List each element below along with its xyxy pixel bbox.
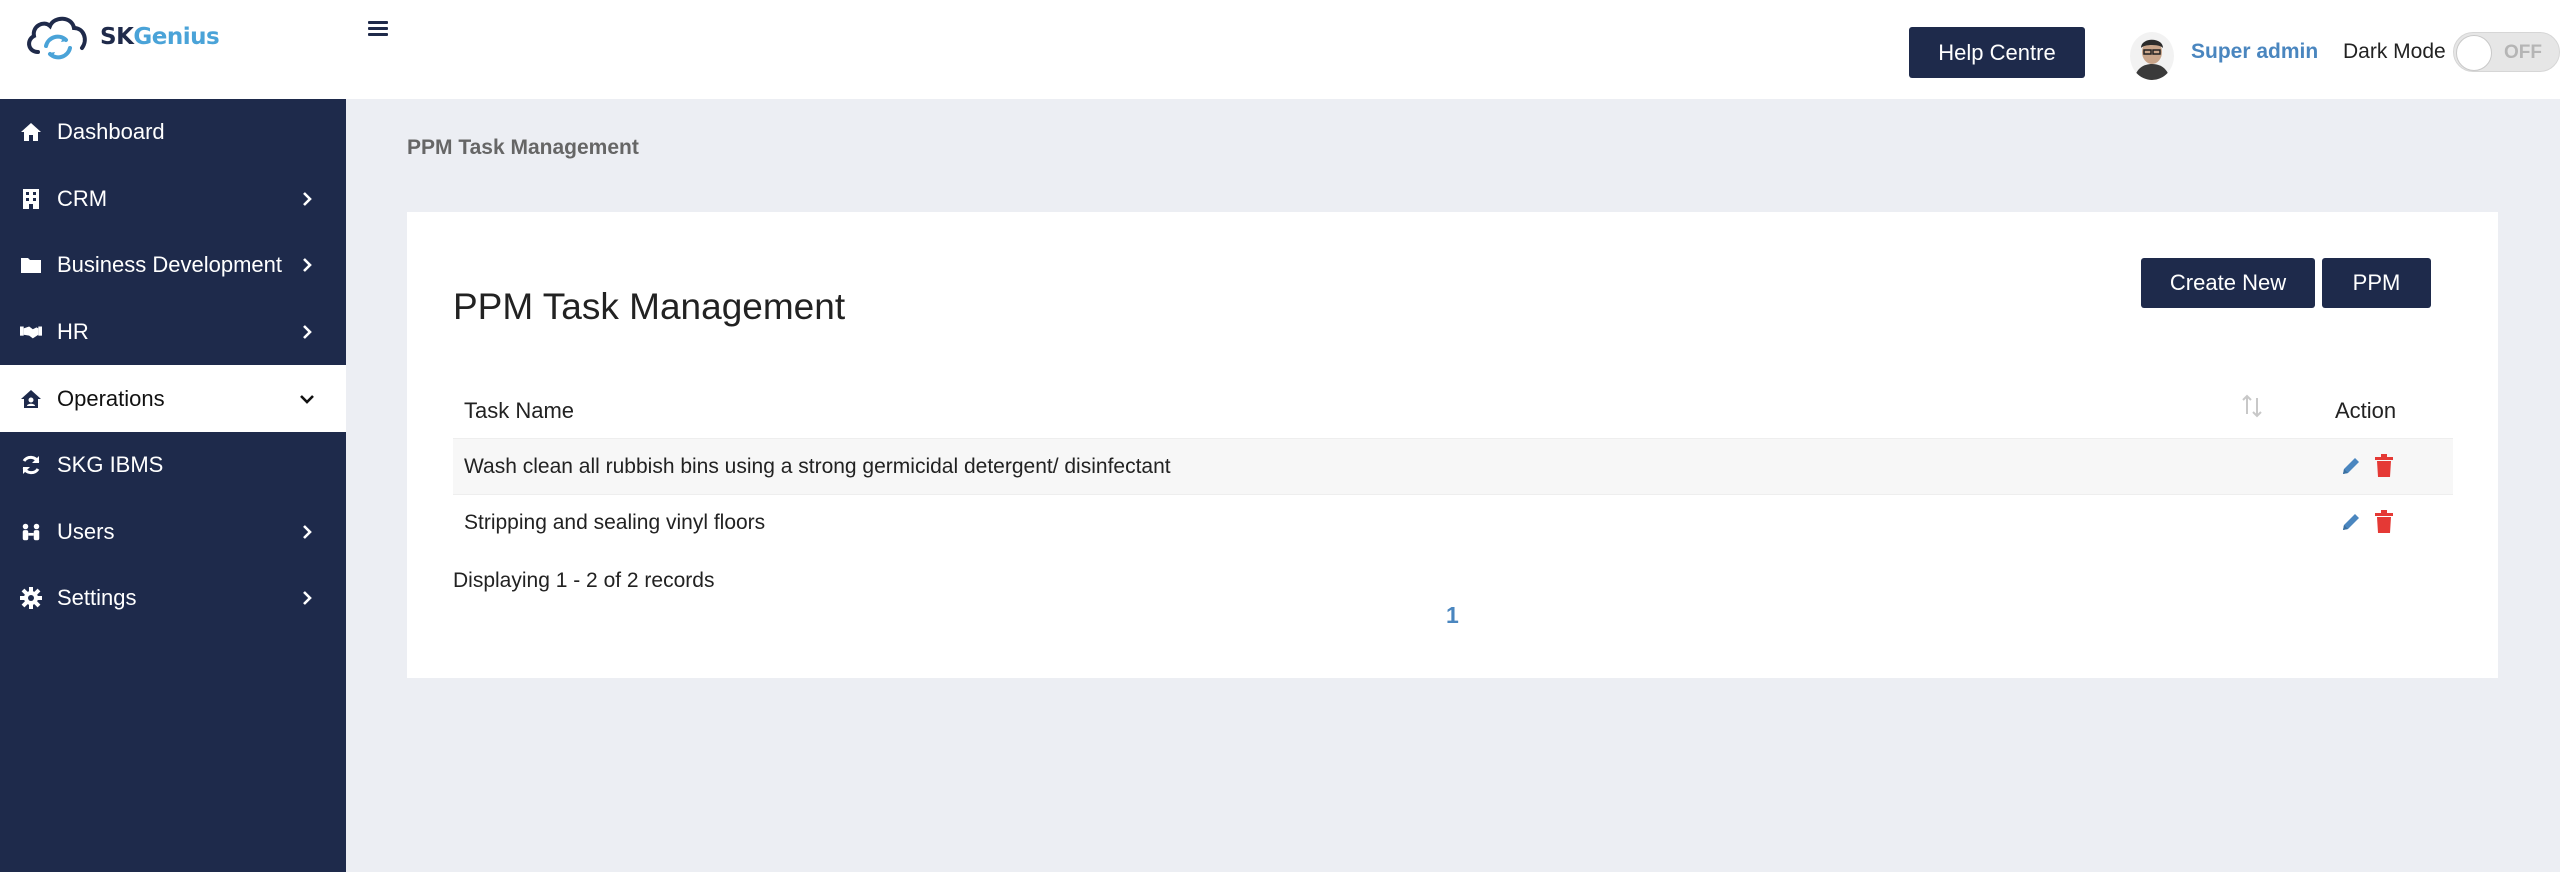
task-name-cell: Wash clean all rubbish bins using a stro… (464, 455, 1171, 478)
pencil-icon[interactable] (2340, 455, 2362, 477)
home-icon (20, 121, 42, 143)
help-centre-button[interactable]: Help Centre (1909, 27, 2085, 78)
chevron-right-icon (303, 591, 312, 606)
task-name-cell: Stripping and sealing vinyl floors (464, 511, 766, 534)
chevron-right-icon (303, 258, 312, 273)
users-icon (20, 521, 42, 543)
sidebar-item-label: HR (57, 319, 89, 345)
breadcrumb: PPM Task Management (407, 136, 639, 159)
column-header-action: Action (2335, 398, 2397, 423)
sidebar-item-crm[interactable]: CRM (0, 166, 346, 233)
sidebar-item-users[interactable]: Users (0, 499, 346, 566)
pagination-page-1[interactable]: 1 (1446, 602, 1459, 629)
brand-name-part1: SK (100, 24, 134, 50)
sidebar-item-settings[interactable]: Settings (0, 565, 346, 632)
sort-icon[interactable] (2241, 394, 2263, 418)
avatar[interactable] (2130, 32, 2174, 80)
content-card: PPM Task Management Create New PPM Task … (407, 212, 2498, 678)
dark-mode-label: Dark Mode (2343, 40, 2446, 63)
trash-icon[interactable] (2374, 454, 2394, 478)
sidebar-item-label: Dashboard (57, 119, 165, 145)
chevron-right-icon (303, 524, 312, 539)
dark-mode-state: OFF (2504, 42, 2542, 63)
sidebar-item-label: Users (57, 518, 115, 544)
sidebar-item-operations[interactable]: Operations (0, 365, 346, 432)
folder-icon (20, 254, 42, 276)
sidebar-item-label: CRM (57, 185, 108, 211)
dark-mode-toggle[interactable]: OFF (2453, 32, 2560, 72)
top-bar: SKGenius Help Centre Super admin Dark Mo… (0, 0, 2560, 99)
sidebar-item-hr[interactable]: HR (0, 299, 346, 366)
ppm-button[interactable]: PPM (2322, 258, 2431, 308)
task-table: Task Name Action Wash clean all rubbish … (453, 382, 2453, 550)
handshake-icon (20, 321, 42, 343)
sidebar-item-skg-ibms[interactable]: SKG IBMS (0, 432, 346, 499)
table-header: Task Name Action (453, 382, 2453, 438)
sidebar-item-business-development[interactable]: Business Development (0, 232, 346, 299)
sidebar-item-dashboard[interactable]: Dashboard (0, 99, 346, 166)
chevron-right-icon (303, 325, 312, 339)
house-user-icon (20, 388, 42, 410)
gear-icon (20, 587, 42, 610)
cloud-sync-logo-icon (27, 16, 87, 60)
chevron-right-icon (303, 191, 312, 206)
trash-icon[interactable] (2374, 510, 2394, 534)
sidebar-item-label: Business Development (57, 252, 283, 278)
table-row: Wash clean all rubbish bins using a stro… (453, 438, 2453, 494)
sync-icon (20, 454, 42, 476)
column-header-task-name[interactable]: Task Name (464, 398, 574, 424)
brand-logo[interactable]: SKGenius (24, 12, 220, 62)
create-new-button[interactable]: Create New (2141, 258, 2315, 308)
sidebar-item-label: Operations (57, 385, 165, 411)
toggle-knob (2456, 35, 2492, 71)
building-icon (20, 188, 42, 210)
user-name-link[interactable]: Super admin (2191, 40, 2318, 64)
pencil-icon[interactable] (2340, 511, 2362, 533)
chevron-down-icon (300, 394, 314, 404)
sidebar-item-label: SKG IBMS (57, 452, 164, 478)
menu-toggle-icon[interactable] (366, 18, 390, 42)
table-row: Stripping and sealing vinyl floors (453, 494, 2453, 550)
brand-name-part2: Genius (133, 24, 220, 50)
sidebar-item-label: Settings (57, 585, 137, 611)
brand-name: SKGenius (100, 24, 220, 50)
records-summary: Displaying 1 - 2 of 2 records (453, 569, 715, 592)
sidebar: Dashboard CRM Business Development HR Op… (0, 99, 346, 872)
page-title: PPM Task Management (453, 286, 846, 327)
